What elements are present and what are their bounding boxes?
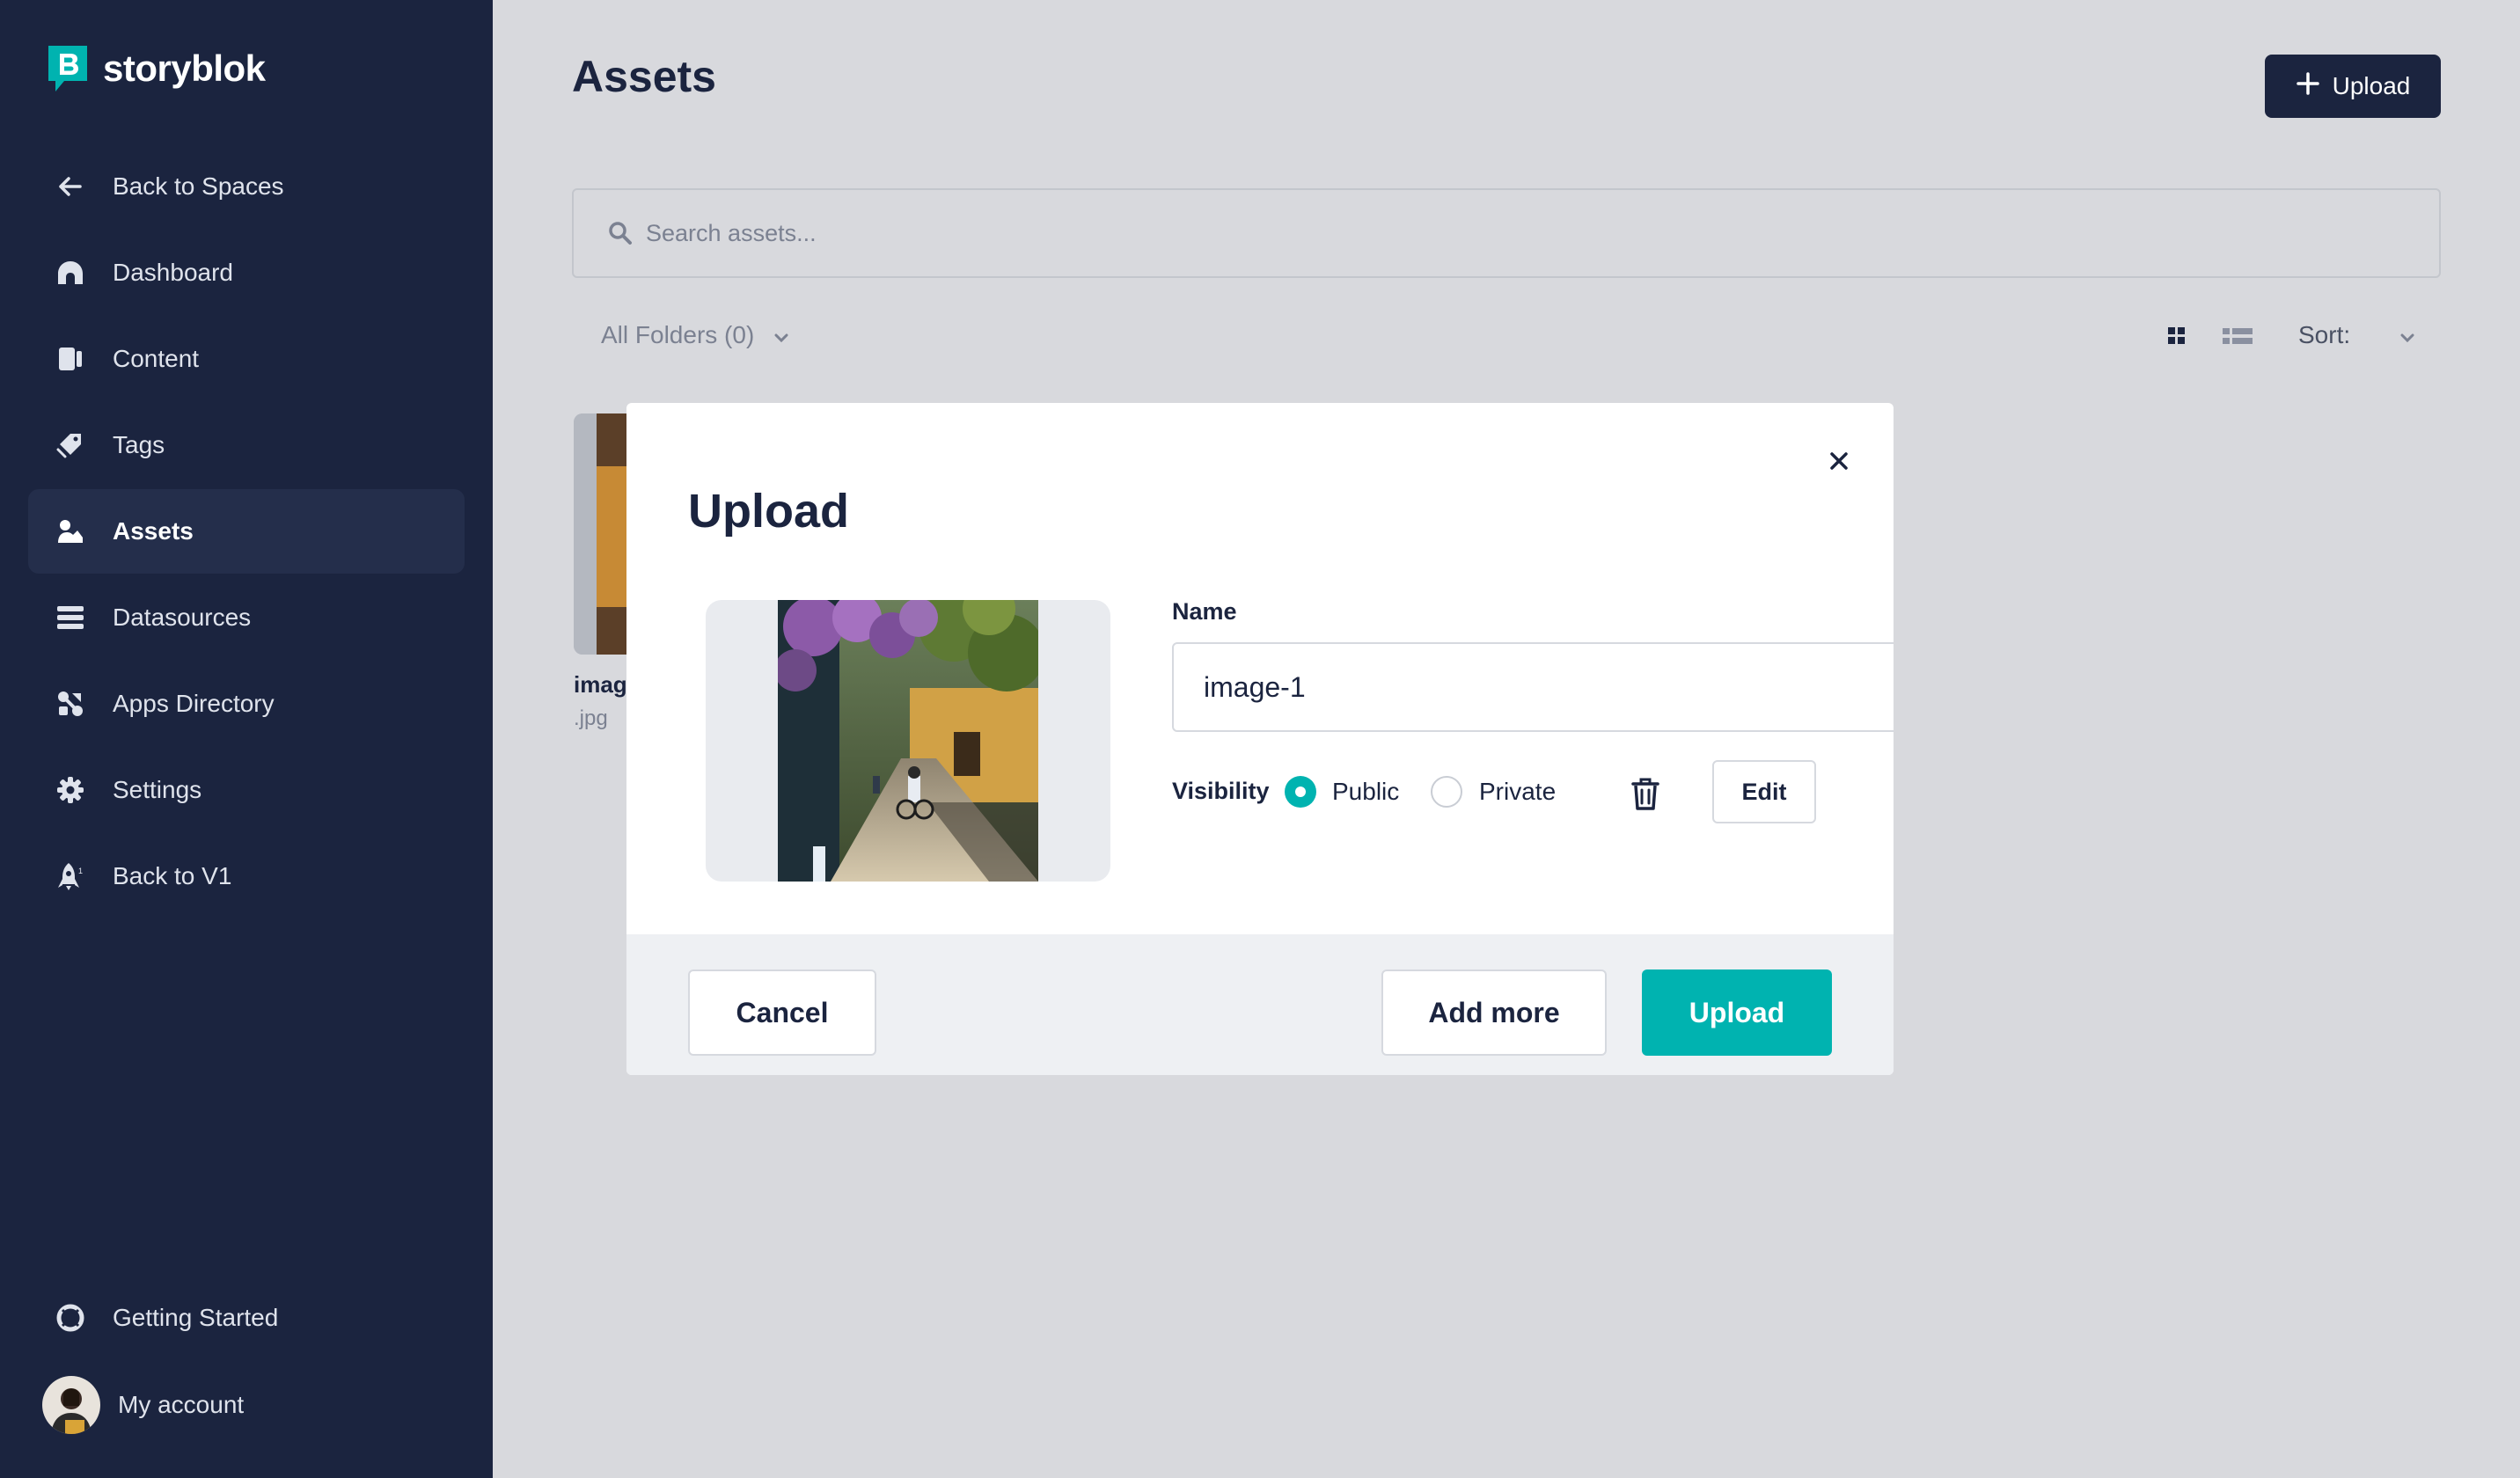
dashboard-icon [53,255,88,290]
storyblok-logo-icon [48,46,87,91]
modal-title: Upload [688,485,849,538]
sidebar-item-tags[interactable]: Tags [28,403,465,487]
content-icon [53,341,88,377]
page-title: Assets [572,52,716,101]
chevron-down-icon [2399,321,2415,349]
sidebar: storyblok Back to Spaces Dashboard Conte… [0,0,493,1478]
sidebar-item-back-to-spaces[interactable]: Back to Spaces [28,144,465,229]
add-more-button[interactable]: Add more [1381,969,1607,1056]
assets-icon [53,514,88,549]
sidebar-item-label: Tags [113,431,165,458]
name-input[interactable] [1174,644,1894,730]
brand-name: storyblok [103,48,266,89]
svg-text:1: 1 [78,867,83,875]
asset-extension: .jpg [574,706,608,730]
my-account-link[interactable]: My account [118,1391,244,1419]
name-field: jpg [1172,642,1894,732]
sidebar-item-settings[interactable]: Settings [28,748,465,832]
sidebar-item-label: Datasources [113,604,252,631]
sidebar-item-label: Back to V1 [113,862,232,889]
tag-icon [53,428,88,463]
list-view-icon[interactable] [2223,326,2253,351]
upload-modal: Upload Name image-1 Visibility Public Pr… [626,403,1894,1075]
sidebar-item-getting-started[interactable]: Getting Started [28,1276,465,1360]
image-preview [706,600,1110,882]
private-label[interactable]: Private [1479,778,1556,806]
datasources-icon [53,600,88,635]
lifebuoy-icon [53,1300,88,1335]
plus-icon [2296,71,2320,102]
name-label: Name [1172,598,1237,625]
trash-icon[interactable] [1630,776,1661,811]
sidebar-item-label: Apps Directory [113,690,275,717]
upload-confirm-button[interactable]: Upload [1642,969,1832,1056]
sort-label: Sort: [2298,321,2351,348]
edit-button[interactable]: Edit [1712,760,1816,823]
sidebar-item-label: Dashboard [113,259,233,286]
sidebar-item-label: Getting Started [113,1304,279,1331]
search-placeholder: Search assets... [646,219,817,246]
sidebar-item-label: Content [113,345,200,372]
sidebar-item-label: Settings [113,776,202,803]
folder-select[interactable]: All Folders (0) [601,321,789,349]
arrow-left-icon [53,169,88,204]
close-icon[interactable] [1823,445,1855,477]
sidebar-item-apps-directory[interactable]: Apps Directory [28,662,465,746]
upload-button[interactable]: Upload [2265,55,2441,118]
gear-icon [53,772,88,808]
sidebar-item-assets[interactable]: Assets [28,489,465,574]
folder-select-label: All Folders (0) [601,321,755,348]
preview-photo [778,600,1038,882]
sidebar-item-label: Assets [113,517,194,545]
modal-footer: Cancel Add more Upload [626,934,1894,1075]
upload-button-label: Upload [2332,72,2411,99]
rocket-icon: 1 [53,859,88,894]
public-radio[interactable] [1285,776,1316,808]
public-label[interactable]: Public [1332,778,1399,806]
search-input[interactable]: Search assets... [572,188,2441,278]
sidebar-item-datasources[interactable]: Datasources [28,575,465,660]
avatar[interactable] [42,1376,100,1434]
visibility-label: Visibility [1172,778,1270,804]
private-radio[interactable] [1431,776,1462,808]
sidebar-item-dashboard[interactable]: Dashboard [28,230,465,315]
sort-select[interactable]: Sort: [2298,321,2415,349]
sidebar-item-content[interactable]: Content [28,317,465,401]
asset-name: imag [574,671,627,698]
storyblok-logo[interactable]: storyblok [48,46,266,91]
cancel-button[interactable]: Cancel [688,969,876,1056]
chevron-down-icon [773,321,789,349]
grid-view-icon[interactable] [2166,326,2187,351]
apps-icon [53,686,88,721]
search-icon [607,220,634,246]
sidebar-item-back-to-v1[interactable]: 1 Back to V1 [28,834,465,918]
sidebar-item-label: Back to Spaces [113,172,284,200]
